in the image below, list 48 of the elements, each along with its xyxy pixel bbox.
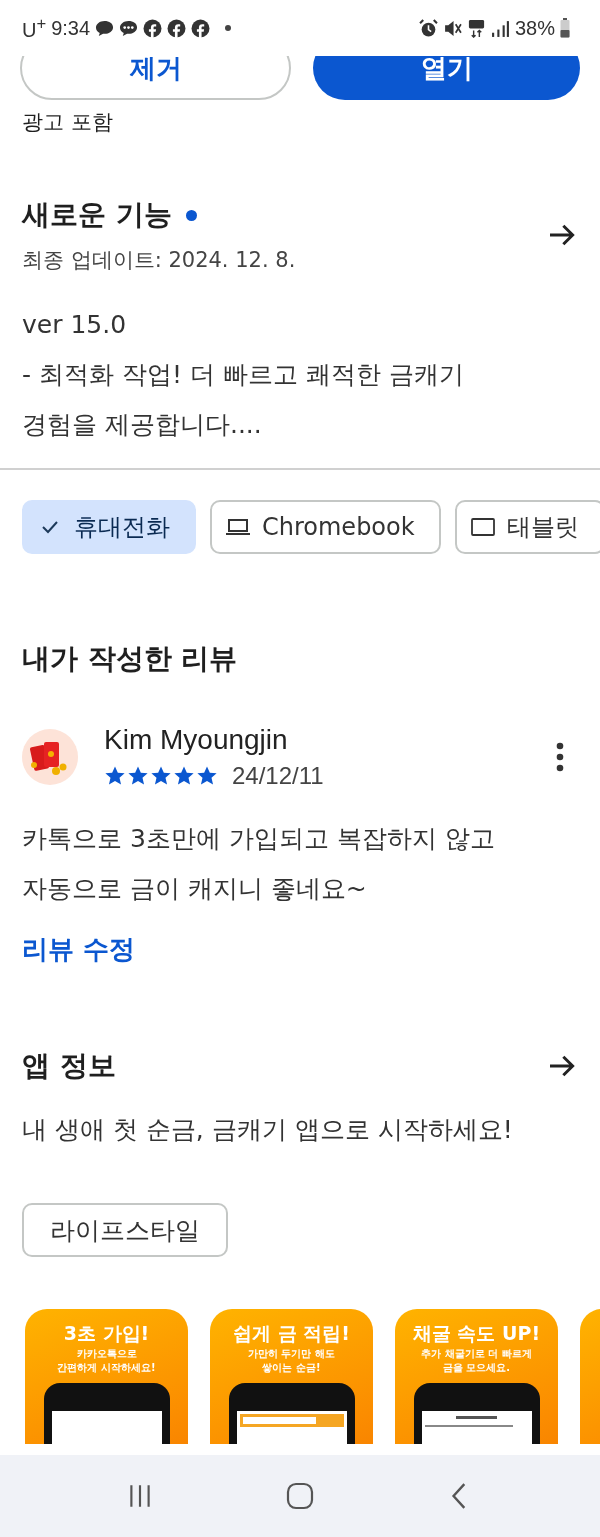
device-tab[interactable]: 휴대전화 [22, 500, 196, 554]
chat-icon [95, 18, 115, 38]
ad-notice: 광고 포함 [21, 109, 114, 136]
edit-review-link[interactable]: 리뷰 수정 [22, 932, 136, 967]
battery-icon [560, 18, 570, 38]
carrier: U$^{+}$ [22, 14, 47, 42]
laptop-icon [226, 517, 250, 537]
chat-icon [119, 18, 139, 38]
social-icon [191, 18, 211, 38]
notification-dot-icon [225, 25, 232, 31]
screenshot-caption: 추가 채굴기로 더 빠르게 [421, 1347, 532, 1361]
version-text: ver 15.0 [22, 309, 128, 341]
alarm-icon [418, 18, 438, 38]
more-options-icon[interactable] [556, 742, 564, 772]
release-note: 경험을 제공합니다.... [22, 409, 263, 441]
category-chip[interactable]: 라이프스타일 [22, 1203, 228, 1257]
screenshot-caption: 간편하게 시작하세요! [57, 1361, 156, 1375]
update-date: 최종 업데이트: 2024. 12. 8. [22, 247, 297, 274]
section-title: 새로운 기능 [22, 197, 172, 233]
device-tab[interactable]: Chromebook [210, 500, 441, 554]
clock: 9:34 [51, 16, 91, 40]
network-icon [466, 18, 486, 38]
device-tab[interactable]: 태블릿 [454, 500, 600, 554]
screenshot-caption: 쌓이는 순금! [262, 1361, 321, 1375]
open-button[interactable]: 열기 [313, 56, 580, 100]
screenshot-title: 3초 가입! [63, 1321, 150, 1346]
social-icon [167, 18, 187, 38]
release-note: - 최적화 작업! 더 빠르고 쾌적한 금캐기 [22, 359, 465, 391]
screenshot-caption: 카카오톡으로 [76, 1347, 137, 1361]
screenshot-title: 채굴 속도 UP! [412, 1321, 541, 1346]
signal-icon [490, 18, 510, 38]
section-title: 앱 정보 [22, 1048, 116, 1084]
screenshot-caption: 가만히 두기만 해도 [248, 1347, 335, 1361]
screenshot-caption: 금을 모으세요. [442, 1361, 511, 1375]
app-description: 내 생애 첫 순금, 금캐기 앱으로 시작하세요! [21, 1114, 514, 1146]
section-title: 내가 작성한 리뷰 [21, 641, 239, 677]
tablet-icon [470, 517, 495, 537]
envelope-avatar-icon [22, 729, 78, 785]
screenshot-title: 쉽게 금 적립! [233, 1321, 350, 1346]
mute-icon [442, 18, 462, 38]
review-date: 24/12/11 [232, 762, 324, 790]
reviewer-name: Kim Myoungjin [104, 724, 289, 756]
social-icon [143, 18, 163, 38]
battery-level: 38% [514, 16, 555, 40]
home-icon[interactable] [286, 1482, 314, 1510]
review-text: 자동으로 금이 캐지니 좋네요~ [22, 873, 368, 905]
uninstall-button[interactable]: 제거 [20, 56, 291, 100]
review-text: 카톡으로 3초만에 가입되고 복잡하지 않고 [22, 823, 496, 855]
